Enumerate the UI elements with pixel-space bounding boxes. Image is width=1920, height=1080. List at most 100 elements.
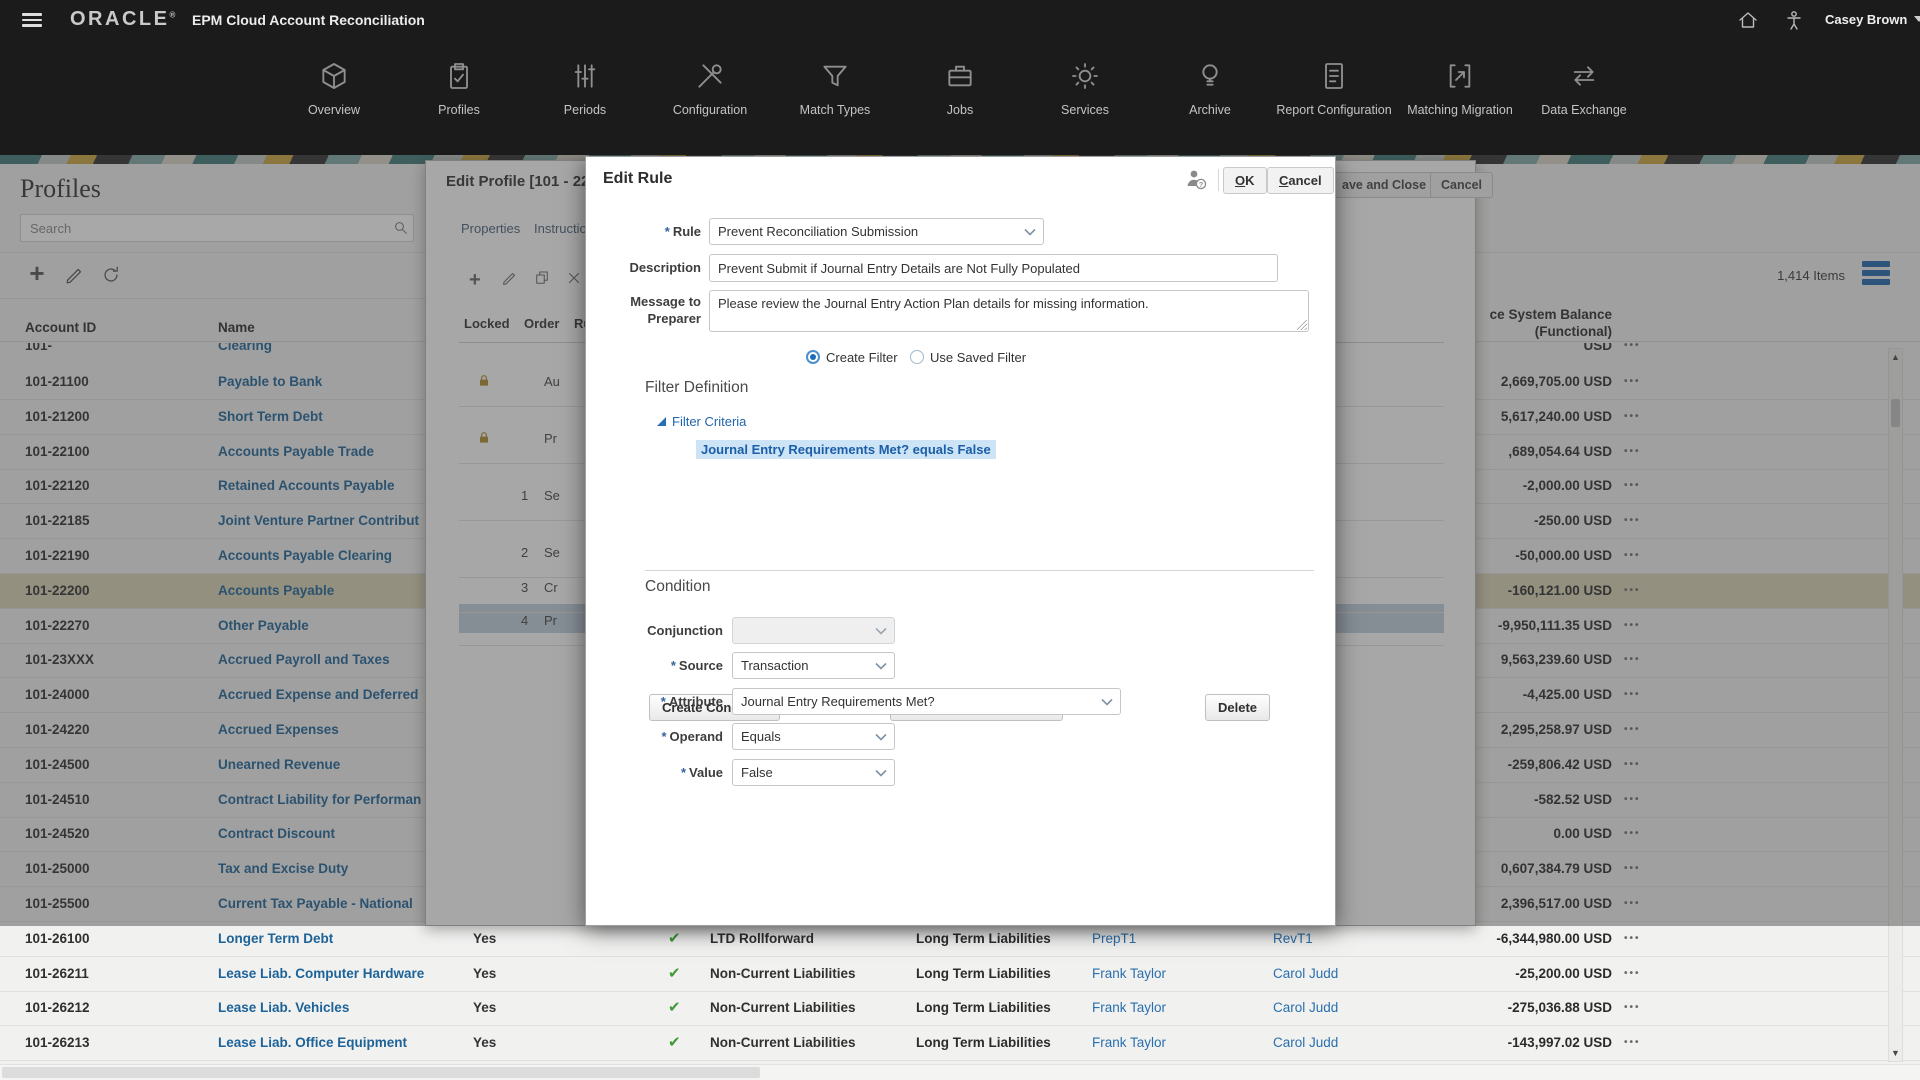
use-saved-filter-radio[interactable] [910, 350, 924, 364]
profile-name-link[interactable]: Lease Liab. Vehicles [218, 991, 349, 1025]
nav-item-overview[interactable]: Overview [272, 60, 396, 118]
box-arrow-icon [1444, 79, 1476, 96]
table-row[interactable]: 101-26100Longer Term DebtYes✔LTD Rollfor… [0, 922, 1920, 957]
reviewer-link[interactable]: Carol Judd [1273, 1026, 1338, 1060]
source-select[interactable]: Transaction [732, 652, 895, 679]
locked-value: Yes [473, 957, 496, 991]
nav-item-data-exchange[interactable]: Data Exchange [1522, 60, 1646, 118]
conjunction-select[interactable] [732, 617, 895, 644]
home-icon[interactable] [1736, 8, 1760, 32]
value-select[interactable]: False [732, 759, 895, 786]
chevron-down-icon [875, 662, 887, 670]
account-type-value: Long Term Liabilities [916, 922, 1051, 956]
balance-value: -143,997.02 USD [1380, 1026, 1612, 1060]
account-id: 101-26213 [25, 1026, 90, 1060]
nav-label: Archive [1148, 103, 1272, 118]
account-id: 101-26100 [25, 922, 90, 956]
nav-item-periods[interactable]: Periods [523, 60, 647, 118]
nav-label: Report Configuration [1272, 103, 1396, 118]
balance-value: -6,344,980.00 USD [1380, 922, 1612, 956]
attribute-label: *Attribute [608, 693, 723, 710]
source-label: *Source [608, 657, 723, 674]
nav-label: Data Exchange [1522, 103, 1646, 118]
nav-item-services[interactable]: Services [1023, 60, 1147, 118]
use-saved-filter-radio-label[interactable]: Use Saved Filter [930, 350, 1026, 365]
account-type-value: Long Term Liabilities [916, 991, 1051, 1025]
swap-arrows-icon [1568, 79, 1600, 96]
nav-label: Periods [523, 103, 647, 118]
preparer-link[interactable]: Frank Taylor [1092, 957, 1166, 991]
delete-button[interactable]: Delete [1205, 694, 1270, 721]
expanded-node-icon[interactable] [657, 417, 666, 426]
horizontal-scrollbar[interactable] [0, 1064, 1920, 1080]
method-value: Non-Current Liabilities [710, 991, 856, 1025]
create-filter-radio-label[interactable]: Create Filter [826, 350, 898, 365]
row-actions-button[interactable]: ••• [1624, 922, 1641, 956]
description-label: Description [586, 259, 701, 276]
modal-cancel-button[interactable]: Cancel [1267, 167, 1334, 194]
nav-item-configuration[interactable]: Configuration [648, 60, 772, 118]
attribute-select[interactable]: Journal Entry Requirements Met? [732, 688, 1121, 715]
reviewer-link[interactable]: Carol Judd [1273, 957, 1338, 991]
person-help-icon[interactable]: ? [1184, 167, 1210, 193]
profile-name-link[interactable]: Longer Term Debt [218, 922, 333, 956]
account-type-value: Long Term Liabilities [916, 1026, 1051, 1060]
row-actions-button[interactable]: ••• [1624, 1026, 1641, 1060]
nav-label: Match Types [773, 103, 897, 118]
profile-name-link[interactable]: Lease Liab. Office Equipment [218, 1026, 407, 1060]
method-value: Non-Current Liabilities [710, 1026, 856, 1060]
nav-item-profiles[interactable]: Profiles [397, 60, 521, 118]
funnel-icon [819, 79, 851, 96]
method-value: Non-Current Liabilities [710, 957, 856, 991]
textarea-resize-handle[interactable] [1297, 320, 1307, 330]
nav-label: Services [1023, 103, 1147, 118]
row-actions-button[interactable]: ••• [1624, 957, 1641, 991]
ok-button[interactable]: OK [1223, 167, 1267, 194]
filter-criteria-node[interactable]: Filter Criteria [672, 414, 746, 429]
row-actions-button[interactable]: ••• [1624, 991, 1641, 1025]
operand-select[interactable]: Equals [732, 723, 895, 750]
rule-select[interactable]: Prevent Reconciliation Submission [709, 218, 1044, 245]
create-filter-radio[interactable] [806, 350, 820, 364]
gear-icon [1069, 79, 1101, 96]
table-row[interactable]: 101-26211 Lease Liab. Computer Hardware Ye… [0, 957, 1920, 992]
filter-criteria-value[interactable]: Journal Entry Requirements Met? equals F… [696, 440, 996, 459]
locked-value: Yes [473, 1026, 496, 1060]
table-row[interactable]: 101-26213 Lease Liab. Office Equipment Yes… [0, 1026, 1920, 1061]
nav-item-match-types[interactable]: Match Types [773, 60, 897, 118]
account-id: 101-26211 [25, 957, 89, 991]
value-label: *Value [608, 764, 723, 781]
filter-definition-heading: Filter Definition [645, 379, 748, 397]
message-to-preparer-textarea[interactable]: Please review the Journal Entry Action P… [709, 290, 1309, 332]
table-row[interactable]: 101-26212Lease Liab. VehiclesYes✔Non-Cur… [0, 991, 1920, 1026]
locked-value: Yes [473, 922, 496, 956]
user-menu[interactable]: Casey Brown [1825, 12, 1920, 27]
profile-name-link[interactable]: Lease Liab. Computer Hardware [218, 957, 424, 991]
locked-value: Yes [473, 991, 496, 1025]
preparer-link[interactable]: Frank Taylor [1092, 1026, 1166, 1060]
reviewer-link[interactable]: RevT1 [1273, 922, 1313, 956]
reviewer-link[interactable]: Carol Judd [1273, 991, 1338, 1025]
condition-heading: Condition [645, 578, 711, 596]
operand-label: *Operand [608, 728, 723, 745]
nav-label: Matching Migration [1398, 103, 1522, 118]
completed-check-icon: ✔ [668, 957, 681, 991]
horizontal-scrollbar-thumb[interactable] [2, 1067, 760, 1078]
scroll-down-icon[interactable]: ▼ [1889, 1048, 1902, 1058]
nav-item-archive[interactable]: Archive [1148, 60, 1272, 118]
nav-item-report-configuration[interactable]: Report Configuration [1272, 60, 1396, 118]
conjunction-label: Conjunction [608, 622, 723, 639]
rule-label: *Rule [586, 223, 701, 240]
hamburger-menu-icon[interactable] [22, 13, 42, 27]
lightbulb-icon [1194, 79, 1226, 96]
chevron-down-icon [875, 627, 887, 635]
document-icon [1318, 79, 1350, 96]
nav-item-jobs[interactable]: Jobs [898, 60, 1022, 118]
chevron-down-icon [875, 733, 887, 741]
accessibility-person-icon[interactable] [1782, 8, 1806, 32]
nav-item-matching-migration[interactable]: Matching Migration [1398, 60, 1522, 118]
preparer-link[interactable]: PrepT1 [1092, 922, 1136, 956]
description-input[interactable] [709, 254, 1278, 282]
preparer-link[interactable]: Frank Taylor [1092, 991, 1166, 1025]
svg-text:?: ? [1199, 182, 1203, 189]
